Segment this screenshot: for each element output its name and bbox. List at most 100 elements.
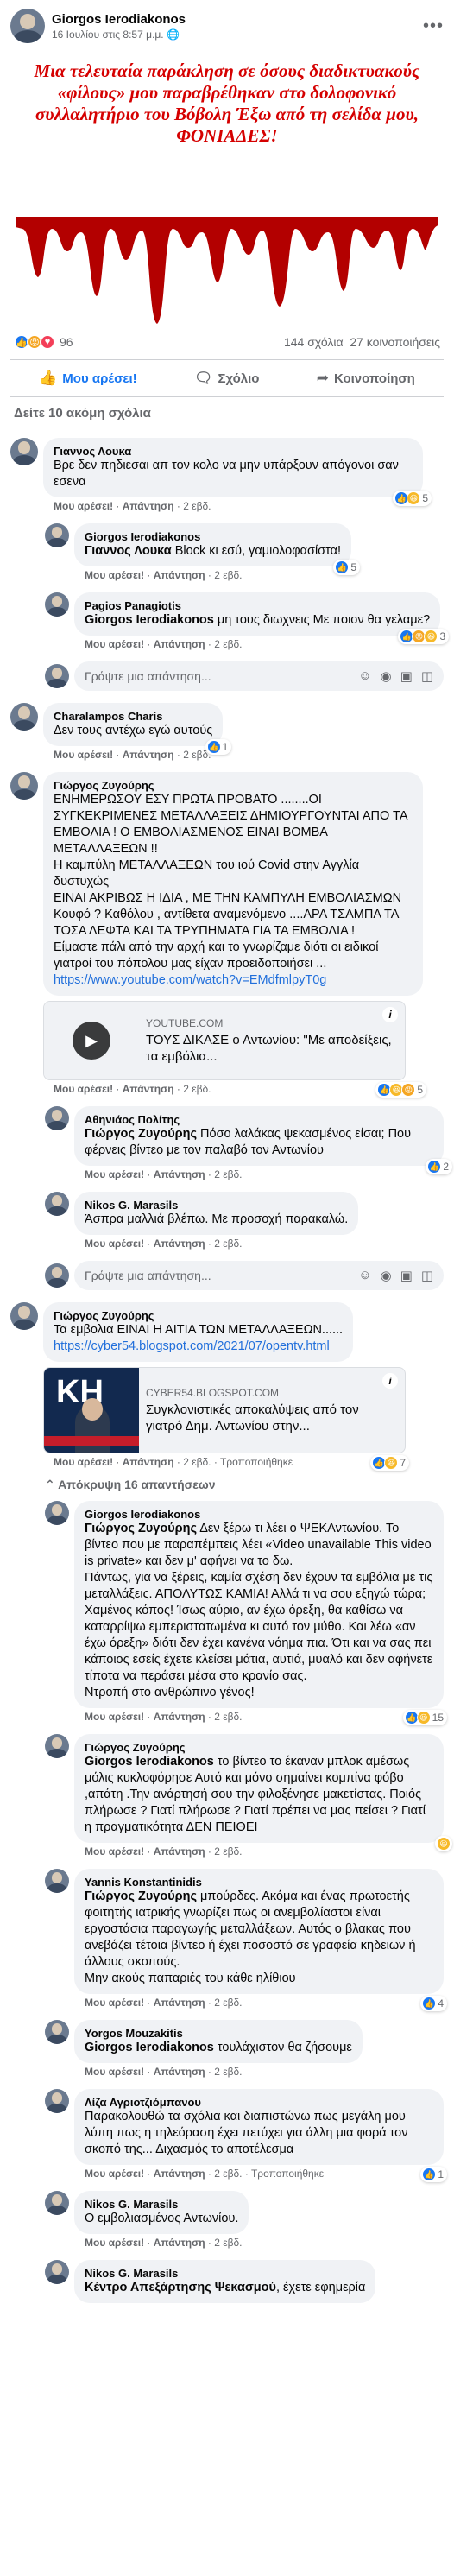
commenter-avatar[interactable] [45,1192,69,1216]
comment-time[interactable]: 2 εβδ. [214,638,242,650]
commenter-avatar[interactable] [10,772,38,800]
reaction-summary[interactable]: 👍 😡 ♥ 96 [14,334,73,350]
commenter-name[interactable]: Γιαννος Λουκα [54,445,413,458]
mention-link[interactable]: Γιώργος Ζυγούρης [85,1522,197,1535]
comment-like-link[interactable]: Μου αρέσει! [85,1845,144,1858]
comment-like-link[interactable]: Μου αρέσει! [85,1997,144,2009]
mention-link[interactable]: Giorgos Ierodiakonos [85,613,214,627]
comment-reply-link[interactable]: Απάντηση [154,1845,205,1858]
like-button[interactable]: 👍 Μου αρέσει! [28,364,148,392]
comment-reply-link[interactable]: Απάντηση [154,2066,205,2078]
commenter-name[interactable]: Yorgos Mouzakitis [85,2027,352,2040]
comment-reactions[interactable]: 👍 😆 7 [370,1455,409,1471]
info-icon[interactable]: i [382,1373,398,1389]
commenter-avatar[interactable] [10,703,38,731]
comment-time[interactable]: 2 εβδ. [214,1237,242,1250]
comment-reply-link[interactable]: Απάντηση [154,2168,205,2180]
comment-reactions[interactable]: 👍 5 [333,560,361,575]
comment-like-link[interactable]: Μου αρέσει! [85,1168,144,1180]
share-button[interactable]: ➦ Κοινοποίηση [306,364,426,392]
hide-replies-toggle[interactable]: ⌃ Απόκρυψη 16 απαντήσεων [45,1478,444,1492]
comment-like-link[interactable]: Μου αρέσει! [54,1456,113,1468]
comment-time[interactable]: 2 εβδ. [214,2168,242,2180]
comment-time[interactable]: 2 εβδ. [214,1711,242,1723]
gif-icon[interactable]: ▣ [400,668,413,684]
blog-link-card[interactable]: ΚΗ CYBER54.BLOGSPOT.COM Συγκλονιστικές α… [43,1367,406,1453]
comment-like-link[interactable]: Μου αρέσει! [85,2066,144,2078]
mention-link[interactable]: Giorgos Ierodiakonos [85,1755,214,1769]
commenter-avatar[interactable] [45,592,69,617]
comment-reply-link[interactable]: Απάντηση [154,1237,205,1250]
comment-reactions[interactable]: 👍 😆 😡 5 [375,1082,426,1098]
comment-reactions[interactable]: 👍 1 [420,2167,447,2182]
view-more-comments[interactable]: Δείτε 10 ακόμη σχόλια [0,397,454,429]
commenter-avatar[interactable] [10,1302,38,1330]
comment-reactions[interactable]: 👍 😆 15 [402,1710,447,1725]
comment-reactions[interactable]: 👍 😆 5 [393,491,432,506]
comment-time[interactable]: 2 εβδ. [183,1083,211,1095]
commenter-name[interactable]: Γιώργος Ζυγούρης [85,1741,433,1754]
comment-reply-link[interactable]: Απάντηση [123,1083,174,1095]
commenter-name[interactable]: Λίζα Αγριοτζιόμπανου [85,2096,433,2109]
comment-reply-link[interactable]: Απάντηση [123,500,174,512]
post-date[interactable]: 16 Ιουλίου στις 8:57 μ.μ. [52,28,164,41]
comment-link[interactable]: https://cyber54.blogspot.com/2021/07/ope… [54,1339,343,1355]
comment-reactions[interactable]: 😆 [435,1836,452,1851]
comment-like-link[interactable]: Μου αρέσει! [85,638,144,650]
commenter-avatar[interactable] [45,1501,69,1525]
commenter-avatar[interactable] [45,1734,69,1758]
commenter-name[interactable]: Charalampos Charis [54,710,212,723]
edited-label[interactable]: Τροποποιήθηκε [251,2168,324,2180]
commenter-avatar[interactable] [45,2191,69,2215]
commenter-avatar[interactable] [45,2089,69,2113]
commenter-name[interactable]: Nikos G. Marasils [85,2198,238,2211]
emoji-icon[interactable]: ☺ [358,668,371,684]
comment-reply-link[interactable]: Απάντηση [154,2237,205,2249]
commenter-avatar[interactable] [45,1106,69,1130]
comment-time[interactable]: 2 εβδ. [214,2066,242,2078]
comment-like-link[interactable]: Μου αρέσει! [85,2168,144,2180]
play-icon[interactable]: ▶ [73,1022,110,1060]
comment-reply-link[interactable]: Απάντηση [154,1997,205,2009]
comment-link[interactable]: https://www.youtube.com/watch?v=EMdfmlpy… [54,972,413,989]
comment-reply-link[interactable]: Απάντηση [123,1456,174,1468]
commenter-name[interactable]: Nikos G. Marasils [85,1199,348,1212]
comments-count[interactable]: 144 σχόλια [284,335,344,349]
commenter-avatar[interactable] [45,2260,69,2284]
comment-reactions[interactable]: 👍 😡 😆 3 [398,629,450,644]
commenter-avatar[interactable] [45,1869,69,1893]
comment-button[interactable]: 🗨 Σχόλιο [184,364,270,392]
comment-reply-link[interactable]: Απάντηση [154,1168,205,1180]
comment-like-link[interactable]: Μου αρέσει! [54,500,113,512]
comment-reply-link[interactable]: Απάντηση [123,749,174,761]
commenter-avatar[interactable] [45,523,69,547]
post-image[interactable]: Μια τελευταία παράκληση σε όσους διαδικτ… [0,48,454,325]
comment-reactions[interactable]: 👍 1 [205,739,232,755]
video-link-card[interactable]: ▶ YOUTUBE.COM ΤΟΥΣ ΔΙΚΑΣΕ ο Αντωνίου: "Μ… [43,1001,406,1080]
sticker-icon[interactable]: ◫ [421,1268,433,1283]
comment-like-link[interactable]: Μου αρέσει! [85,1711,144,1723]
commenter-name[interactable]: Giorgos Ierodiakonos [85,530,341,543]
commenter-name[interactable]: Nikos G. Marasils [85,2267,365,2280]
mention-link[interactable]: Γιώργος Ζυγούρης [85,1889,197,1903]
comment-reply-link[interactable]: Απάντηση [154,1711,205,1723]
post-author[interactable]: Giorgos Ierodiakonos [52,12,423,27]
commenter-name[interactable]: Γιώργος Ζυγούρης [54,779,413,792]
sticker-icon[interactable]: ◫ [421,668,433,684]
comment-time[interactable]: 2 εβδ. [214,569,242,581]
comment-time[interactable]: 2 εβδ. [183,500,211,512]
commenter-name[interactable]: Giorgos Ierodiakonos [85,1508,433,1521]
commenter-name[interactable]: Yannis Konstantinidis [85,1876,433,1889]
comment-reply-link[interactable]: Απάντηση [154,638,205,650]
camera-icon[interactable]: ◉ [381,668,392,684]
comment-reactions[interactable]: 👍 2 [426,1159,452,1174]
emoji-icon[interactable]: ☺ [358,1268,371,1283]
comment-time[interactable]: 2 εβδ. [214,1845,242,1858]
shares-count[interactable]: 27 κοινοποιήσεις [350,335,440,349]
mention-link[interactable]: Giorgos Ierodiakonos [85,2041,214,2054]
commenter-name[interactable]: Pagios Panagiotis [85,599,430,612]
comment-time[interactable]: 2 εβδ. [214,1168,242,1180]
mention-link[interactable]: Γιώργος Ζυγούρης [85,1127,197,1141]
edited-label[interactable]: Τροποποιήθηκε [220,1456,293,1468]
camera-icon[interactable]: ◉ [381,1268,392,1283]
